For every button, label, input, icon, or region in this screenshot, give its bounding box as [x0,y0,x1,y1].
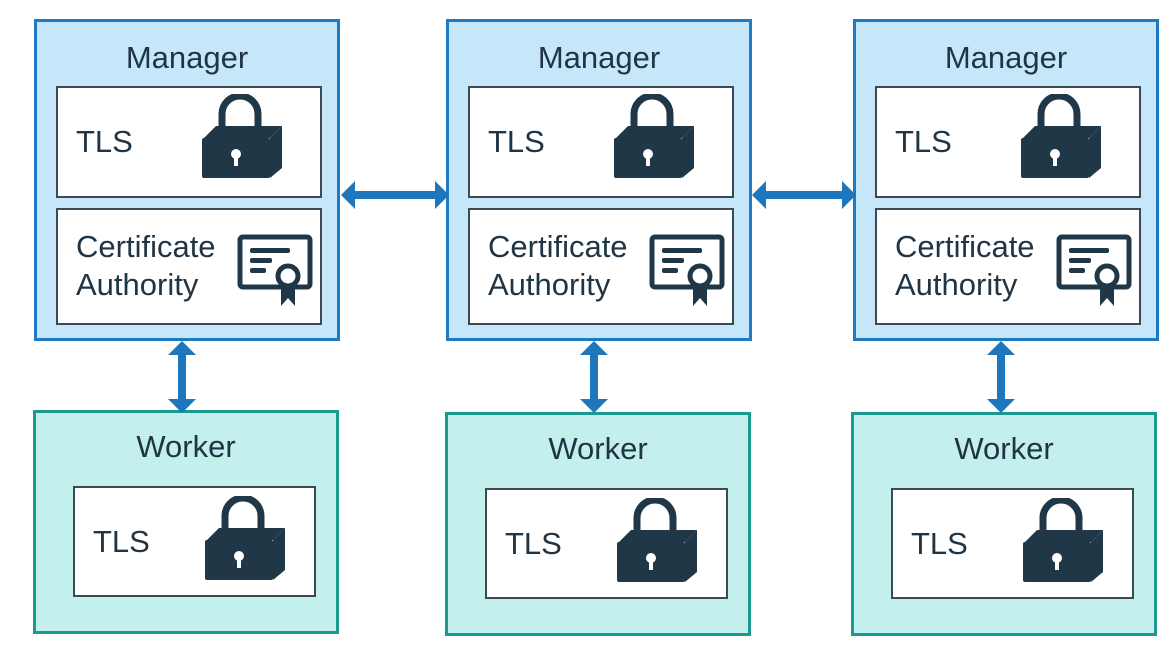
certificate-icon [1056,234,1134,313]
ca-label: Certificate Authority [76,229,216,302]
tls-box: TLS [875,86,1141,198]
tls-box: TLS [468,86,734,198]
certificate-icon [237,234,315,313]
manager-title: Manager [537,40,661,75]
worker-title: Worker [136,429,236,464]
tls-label: TLS [911,526,968,561]
padlock-icon [203,494,287,589]
manager-title: Manager [125,40,249,75]
ca-label: Certificate Authority [488,229,628,302]
tls-label: TLS [93,524,150,559]
certificate-authority-box: Certificate Authority [875,208,1141,325]
worker-title: Worker [548,431,648,466]
bidirectional-arrow-horizontal [752,180,856,215]
padlock-icon [612,92,696,187]
padlock-icon [1019,92,1103,187]
tls-box: TLS [56,86,322,198]
manager-title: Manager [944,40,1068,75]
tls-label: TLS [895,124,952,159]
worker-title: Worker [954,431,1054,466]
certificate-authority-box: Certificate Authority [468,208,734,325]
tls-label: TLS [505,526,562,561]
worker-node: Worker TLS [445,412,751,636]
bidirectional-arrow-horizontal [341,180,449,215]
certificate-icon [649,234,727,313]
ca-label: Certificate Authority [895,229,1035,302]
padlock-icon [615,496,699,591]
bidirectional-arrow-vertical [579,341,609,418]
bidirectional-arrow-vertical [167,341,197,418]
tls-label: TLS [488,124,545,159]
tls-label: TLS [76,124,133,159]
manager-node: Manager TLS Certificate Authority [34,19,340,341]
worker-node: Worker TLS [33,410,339,634]
tls-box: TLS [891,488,1134,599]
padlock-icon [1021,496,1105,591]
tls-box: TLS [485,488,728,599]
certificate-authority-box: Certificate Authority [56,208,322,325]
padlock-icon [200,92,284,187]
bidirectional-arrow-vertical [986,341,1016,418]
tls-box: TLS [73,486,316,597]
worker-node: Worker TLS [851,412,1157,636]
manager-node: Manager TLS Certificate Authority [446,19,752,341]
manager-node: Manager TLS Certificate Authority [853,19,1159,341]
